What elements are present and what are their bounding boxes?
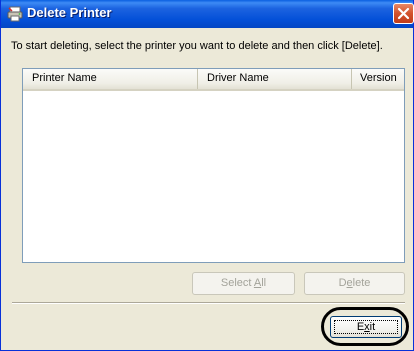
printer-list-header: Printer Name Driver Name Version bbox=[23, 69, 404, 91]
select-all-label: Select bbox=[220, 277, 254, 289]
delete-printer-dialog: Delete Printer To start deleting, select… bbox=[0, 0, 414, 351]
close-button[interactable] bbox=[393, 3, 414, 24]
instruction-text: To start deleting, select the printer yo… bbox=[11, 40, 383, 52]
title-bar[interactable]: Delete Printer bbox=[1, 0, 414, 28]
printer-list[interactable]: Printer Name Driver Name Version bbox=[22, 68, 405, 263]
exit-highlight-ring bbox=[321, 307, 409, 346]
select-all-button[interactable]: Select All bbox=[192, 272, 295, 295]
close-icon bbox=[397, 7, 410, 20]
column-header-printer-name[interactable]: Printer Name bbox=[23, 69, 198, 89]
printer-icon bbox=[7, 6, 23, 22]
column-header-driver-name[interactable]: Driver Name bbox=[198, 69, 352, 89]
delete-label-rest: lete bbox=[352, 277, 371, 289]
column-header-version[interactable]: Version bbox=[352, 69, 404, 89]
delete-button[interactable]: Delete bbox=[304, 272, 405, 295]
select-all-label-rest: ll bbox=[261, 277, 267, 289]
delete-label: D bbox=[338, 277, 347, 289]
separator bbox=[12, 302, 405, 304]
window-title: Delete Printer bbox=[27, 5, 112, 20]
